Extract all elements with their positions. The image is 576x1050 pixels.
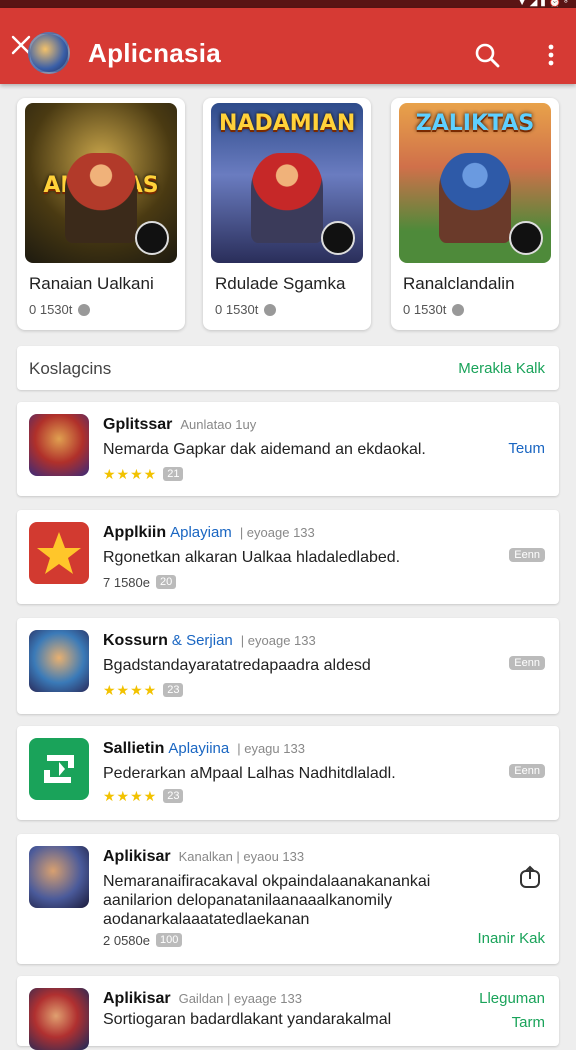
app-title: Sallietin	[103, 740, 165, 757]
app-avatar	[28, 32, 70, 74]
list-item[interactable]: Aplikisar Kanalkan | eyaou 133 Nemaranaif…	[17, 834, 559, 964]
rating: ★★★★ 21	[103, 466, 184, 483]
rating-chip: 100	[156, 933, 183, 947]
install-button[interactable]: Eenn	[509, 656, 545, 670]
rating-chip: 23	[163, 789, 184, 803]
more-options-icon[interactable]	[548, 44, 554, 66]
app-subtitle: | eyoage 133	[239, 525, 315, 540]
featured-card[interactable]: ZALIKTAS Ranalclandalin 0 1530t	[391, 98, 559, 330]
rating-chip: 21	[163, 467, 184, 481]
app-bar: Aplicnasia	[0, 8, 576, 84]
app-description: Nemaranaifiracakaval okpaindalaanakanank…	[103, 873, 431, 928]
app-icon	[29, 414, 89, 476]
featured-carousel: ALLISTAS Ranaian Ualkani 0 1530t NADAMIA…	[17, 98, 559, 330]
install-button[interactable]: Teum	[508, 440, 545, 457]
list-item[interactable]: Applkiin Aplayiam | eyoage 133 Rgonetkan a…	[17, 510, 559, 604]
list-item[interactable]: Sallietin Aplayiina | eyagu 133 Pederarkan…	[17, 726, 559, 820]
rating: ★★★★ 23	[103, 682, 184, 699]
list-item[interactable]: Kossurn & Serjian | eyoage 133 Bgadstanday…	[17, 618, 559, 714]
featured-card-art-title: NADAMIAN	[219, 111, 356, 136]
rating-stars: ★★★★	[103, 682, 158, 698]
search-icon[interactable]	[474, 42, 500, 68]
featured-card-art: ZALIKTAS	[399, 103, 551, 263]
refresh-icon	[44, 755, 74, 783]
featured-card-meta: 0 1530t	[215, 302, 277, 317]
share-icon[interactable]	[517, 864, 543, 890]
download-icon	[264, 304, 277, 316]
featured-card-art: NADAMIAN	[211, 103, 363, 263]
game-badge-icon	[509, 221, 543, 255]
app-icon	[29, 846, 89, 908]
app-subtitle: Kanalkan | eyaou 133	[178, 849, 305, 864]
secondary-action-link[interactable]: Tarm	[512, 1014, 545, 1031]
app-subtitle: | eyoage 133	[240, 633, 316, 648]
hero-figure	[439, 153, 511, 243]
app-description: Sortiogaran badardlakant yandarakalmal	[103, 1011, 392, 1028]
status-icons: ▼ ◢ ▮ ⏰ ⁸	[517, 0, 568, 8]
app-description: Bgadstandayaratatredapaadra aldesd	[103, 657, 371, 674]
rating-stars: ★★★★	[103, 788, 158, 804]
app-title: Aplikisar	[103, 848, 171, 865]
app-icon	[29, 630, 89, 692]
app-icon	[29, 738, 89, 800]
app-title: Applkiin	[103, 524, 167, 541]
featured-card[interactable]: NADAMIAN Rdulade Sgamka 0 1530t	[203, 98, 371, 330]
install-button[interactable]: Eenn	[509, 548, 545, 562]
install-link[interactable]: Inanir Kak	[477, 930, 545, 947]
download-count: 2 0580e 100	[103, 932, 183, 948]
section-header: Koslagcins Merakla Kalk	[17, 346, 559, 390]
app-icon	[29, 522, 89, 584]
app-subtitle: Gaildan | eyaage 133	[178, 991, 302, 1006]
game-badge-icon	[321, 221, 355, 255]
section-label: Koslagcins	[29, 359, 112, 378]
app-description: Nemarda Gapkar dak aidemand an ekdaokal.	[103, 441, 426, 458]
rating-chip: 23	[163, 683, 184, 697]
rating: ★★★★ 23	[103, 788, 184, 805]
featured-card[interactable]: ALLISTAS Ranaian Ualkani 0 1530t	[17, 98, 185, 330]
app-icon	[29, 988, 89, 1050]
download-count: 7 1580e 20	[103, 574, 177, 590]
download-icon	[78, 304, 91, 316]
hero-figure	[251, 153, 323, 243]
app-title: Kossurn	[103, 632, 168, 649]
star-icon	[37, 532, 81, 574]
status-bar: ▼ ◢ ▮ ⏰ ⁸	[0, 0, 576, 8]
install-button[interactable]: Eenn	[509, 764, 545, 778]
featured-card-name: Ranalclandalin	[403, 274, 515, 293]
game-badge-icon	[135, 221, 169, 255]
app-title: Gplitssar	[103, 416, 173, 433]
app-description: Rgonetkan alkaran Ualkaa hladaledlabed.	[103, 549, 401, 566]
rating-stars: ★★★★	[103, 466, 158, 482]
app-description: Pederarkan aMpaal Lalhas Nadhitdlaladl.	[103, 765, 396, 782]
app-tag: & Serjian	[171, 632, 233, 649]
featured-card-name: Rdulade Sgamka	[215, 274, 346, 293]
download-icon	[452, 304, 465, 316]
see-more-link[interactable]: Merakla Kalk	[458, 360, 545, 377]
featured-card-art-title: ZALIKTAS	[415, 111, 535, 136]
featured-card-meta: 0 1530t	[29, 302, 91, 317]
hero-figure	[65, 153, 137, 243]
app-tag: Aplayiina	[168, 740, 230, 757]
featured-card-name: Ranaian Ualkani	[29, 274, 154, 293]
page-title: Aplicnasia	[88, 38, 222, 68]
featured-card-art: ALLISTAS	[25, 103, 177, 263]
app-tag: Aplayiam	[170, 524, 232, 541]
list-item[interactable]: Aplikisar Gaildan | eyaage 133 Sortiogara…	[17, 976, 559, 1050]
app-subtitle: | eyagu 133	[237, 741, 305, 756]
list-item[interactable]: Gplitssar Aunlatao 1uy Nemarda Gapkar dak…	[17, 402, 559, 496]
featured-card-meta: 0 1530t	[403, 302, 465, 317]
app-subtitle: Aunlatao 1uy	[180, 417, 257, 432]
rating-chip: 20	[156, 575, 177, 589]
action-link[interactable]: Lleguman	[479, 990, 545, 1007]
app-title: Aplikisar	[103, 990, 171, 1007]
